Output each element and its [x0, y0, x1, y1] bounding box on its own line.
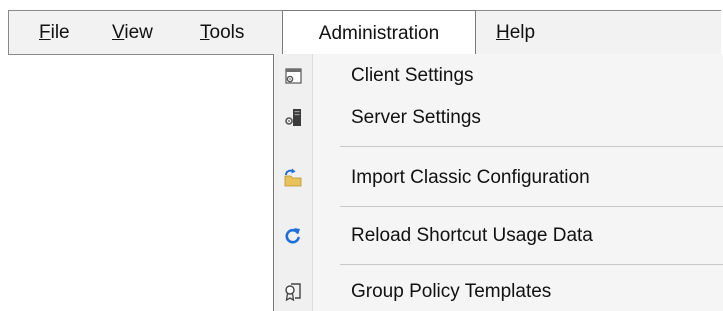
menu-bar: File View Tools Administration Help [8, 10, 721, 56]
menu-item-import-classic-configuration[interactable]: Import Classic Configuration [274, 158, 723, 198]
menu-administration[interactable]: Administration [282, 10, 476, 56]
menu-item-label: Group Policy Templates [351, 281, 552, 302]
menu-administration-label: Administration [318, 23, 440, 44]
menu-item-label: Client Settings [351, 65, 474, 86]
menu-item-group-policy-templates[interactable]: Group Policy Templates [274, 272, 723, 311]
menu-separator [340, 146, 723, 147]
client-settings-icon [283, 66, 303, 86]
menu-file-rest: ile [50, 22, 70, 43]
menu-item-label: Server Settings [351, 107, 481, 128]
import-folder-icon [283, 168, 303, 188]
menu-view-mnemonic: V [112, 22, 125, 43]
menu-item-client-settings[interactable]: Client Settings [274, 56, 723, 96]
menu-tools[interactable]: Tools [200, 11, 244, 54]
menu-item-label: Reload Shortcut Usage Data [351, 225, 593, 246]
menu-view-rest: iew [124, 22, 153, 43]
menu-file[interactable]: File [39, 11, 70, 54]
menu-tools-rest: ools [209, 22, 245, 43]
menu-tools-mnemonic: T [200, 22, 210, 43]
menu-separator [340, 206, 723, 207]
menu-separator [340, 264, 723, 265]
menu-item-label: Import Classic Configuration [351, 167, 590, 188]
menu-item-server-settings[interactable]: Server Settings [274, 98, 723, 138]
group-policy-icon [283, 282, 303, 302]
menu-help-rest: elp [509, 22, 536, 43]
reload-icon [283, 226, 303, 246]
server-settings-icon [283, 108, 303, 128]
menu-view[interactable]: View [112, 11, 153, 54]
menu-help-mnemonic: H [496, 22, 510, 43]
administration-dropdown-menu: Client Settings Server Settings Import C… [273, 54, 723, 311]
app-window: File View Tools Administration Help Clie… [0, 0, 723, 311]
menu-help[interactable]: Help [496, 11, 535, 54]
menu-item-reload-shortcut-usage-data[interactable]: Reload Shortcut Usage Data [274, 216, 723, 256]
menu-file-mnemonic: F [39, 22, 51, 43]
